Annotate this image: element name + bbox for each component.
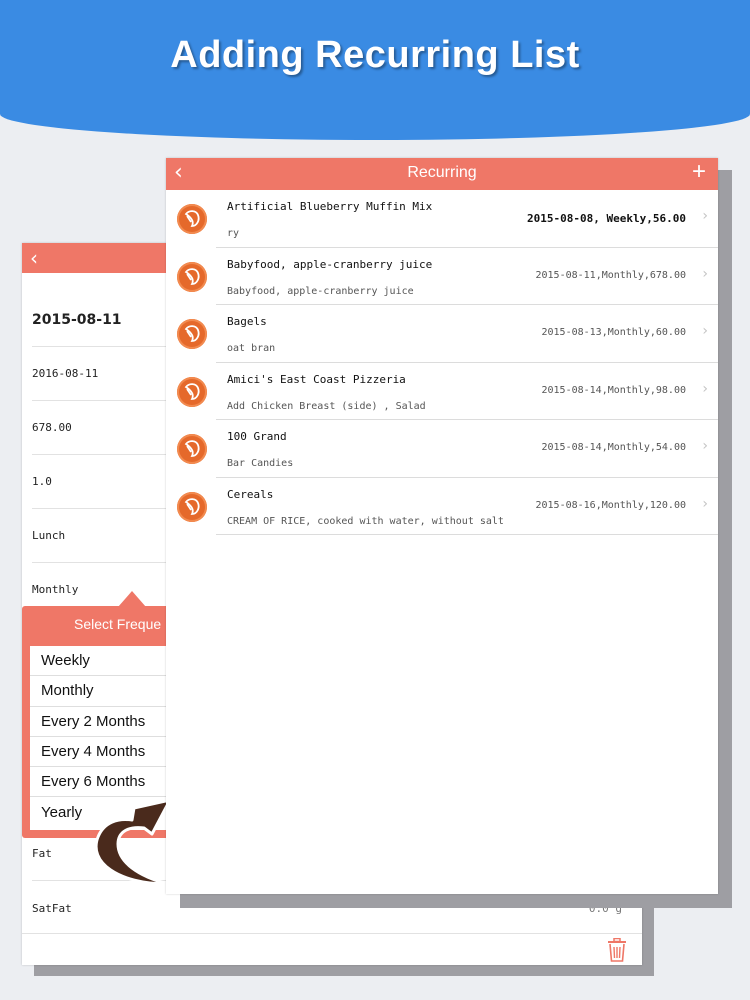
- plus-icon[interactable]: +: [692, 158, 706, 186]
- trash-icon[interactable]: [606, 938, 628, 962]
- divider: [216, 534, 718, 535]
- quantity-value: 1.0: [32, 475, 52, 488]
- item-subtitle: Add Chicken Breast (side) , Salad: [227, 400, 426, 412]
- chevron-right-icon: ›: [702, 380, 708, 397]
- option-every-4-months[interactable]: Every 4 Months: [30, 737, 182, 768]
- chevron-right-icon: ›: [702, 495, 708, 512]
- item-detail: 2015-08-14,Monthly,54.00: [541, 442, 687, 453]
- satfat-label: SatFat: [32, 901, 72, 915]
- banner-title: Adding Recurring List: [170, 34, 580, 76]
- item-name: Artificial Blueberry Muffin Mix: [227, 200, 433, 213]
- food-icon: [177, 376, 207, 407]
- chevron-right-icon: ›: [702, 323, 708, 339]
- option-monthly[interactable]: Monthly: [30, 676, 182, 707]
- list-item[interactable]: Cereals CREAM OF RICE, cooked with water…: [166, 478, 718, 535]
- chevron-right-icon: ›: [702, 265, 708, 282]
- food-icon: [177, 491, 207, 522]
- food-icon: [177, 434, 207, 464]
- amount-value: 678.00: [32, 421, 72, 434]
- list-item[interactable]: Bagels oat bran 2015-08-13,Monthly,60.00…: [166, 305, 718, 363]
- chevron-right-icon: ›: [702, 208, 708, 224]
- recurring-header: ‹ Recurring +: [166, 158, 718, 190]
- chevron-right-icon: ›: [702, 438, 708, 454]
- item-detail: 2015-08-14,Monthly,98.00: [541, 384, 687, 396]
- item-name: Amici's East Coast Pizzeria: [227, 372, 406, 386]
- food-icon: [177, 319, 207, 349]
- chevron-left-icon[interactable]: ‹: [30, 246, 38, 270]
- item-subtitle: Babyfood, apple-cranberry juice: [227, 285, 414, 297]
- start-date-value: 2015-08-11: [32, 311, 122, 328]
- curved-arrow-icon: [94, 798, 172, 886]
- item-subtitle: ry: [227, 228, 240, 239]
- meal-value: Lunch: [32, 529, 66, 542]
- banner: Adding Recurring List: [0, 0, 750, 140]
- item-detail: 2015-08-16,Monthly,120.00: [535, 499, 686, 511]
- item-name: 100 Grand: [227, 430, 287, 443]
- list-item[interactable]: Babyfood, apple-cranberry juice Babyfood…: [166, 248, 718, 305]
- popover-arrow: [118, 591, 146, 607]
- list-item[interactable]: Amici's East Coast Pizzeria Add Chicken …: [166, 363, 718, 420]
- frequency-value: Monthly: [32, 583, 79, 596]
- item-name: Cereals: [227, 487, 274, 501]
- list-item[interactable]: 100 Grand Bar Candies 2015-08-14,Monthly…: [166, 420, 718, 478]
- fat-label: Fat: [32, 847, 52, 860]
- option-every-2-months[interactable]: Every 2 Months: [30, 707, 182, 737]
- item-subtitle: CREAM OF RICE, cooked with water, withou…: [227, 515, 504, 527]
- popover-title: Select Freque: [74, 616, 162, 632]
- item-subtitle: Bar Candies: [227, 458, 294, 469]
- list-item[interactable]: Artificial Blueberry Muffin Mix ry 2015-…: [166, 190, 718, 248]
- item-detail: 2015-08-13,Monthly,60.00: [541, 327, 687, 338]
- option-weekly[interactable]: Weekly: [30, 646, 182, 677]
- item-subtitle: oat bran: [227, 343, 276, 354]
- item-name: Babyfood, apple-cranberry juice: [227, 257, 433, 271]
- food-icon: [177, 204, 207, 234]
- item-detail: 2015-08-08, Weekly,56.00: [527, 212, 686, 225]
- item-detail: 2015-08-11,Monthly,678.00: [535, 269, 686, 281]
- entry-detail-footer: [22, 933, 642, 965]
- recurring-title: Recurring: [407, 164, 477, 181]
- end-date-value: 2016-08-11: [32, 367, 99, 380]
- food-icon: [177, 261, 207, 292]
- item-name: Bagels: [227, 315, 267, 328]
- recurring-panel: ‹ Recurring + Artificial Blueberry Muffi…: [166, 158, 718, 894]
